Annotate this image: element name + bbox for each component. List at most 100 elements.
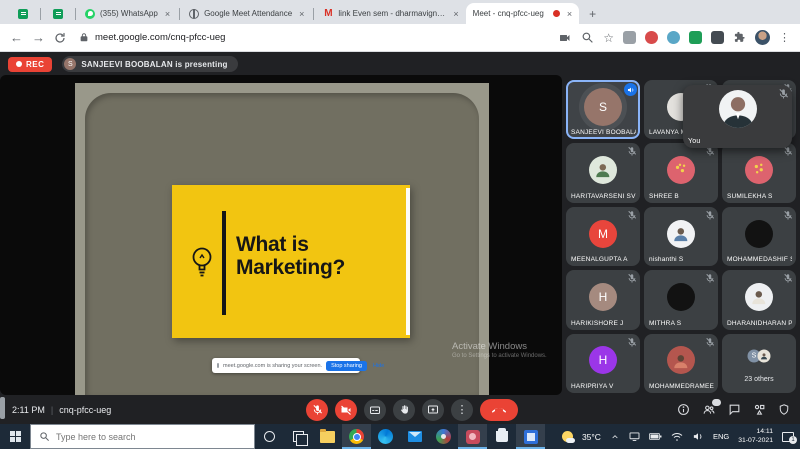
chrome-button[interactable]	[342, 424, 371, 449]
media-app-button[interactable]	[429, 424, 458, 449]
bookmark-star-icon[interactable]: ☆	[603, 31, 614, 45]
tray-network-icon[interactable]	[671, 432, 683, 442]
host-controls-icon[interactable]	[778, 403, 790, 416]
weather-icon[interactable]	[561, 431, 575, 443]
activities-icon[interactable]	[753, 403, 766, 416]
blue-app-button[interactable]	[516, 424, 545, 449]
meeting-details-icon[interactable]	[677, 403, 690, 416]
participant-name: DHARANIDHARAN P	[727, 319, 793, 327]
participant-tile[interactable]: H HARIPRIYA V	[566, 333, 640, 393]
pinned-tab-sheets-2[interactable]	[43, 3, 73, 24]
activate-windows-watermark: Activate Windows Go to Settings to activ…	[452, 341, 547, 359]
scrollbar-thumb[interactable]	[0, 397, 5, 419]
mic-toggle-button[interactable]	[306, 398, 328, 421]
gmail-icon: M	[324, 7, 333, 19]
participant-name: HARIPRIYA V	[571, 383, 614, 390]
participant-tile[interactable]: DHARANIDHARAN P	[722, 270, 796, 330]
tab-separator	[179, 8, 181, 20]
browser-menu-icon[interactable]: ⋮	[779, 31, 790, 44]
tray-battery-icon[interactable]	[649, 432, 662, 441]
cortana-icon	[264, 431, 275, 442]
photos-app-button[interactable]	[458, 424, 487, 449]
participant-tile[interactable]: MITHRA S	[644, 270, 718, 330]
tray-volume-icon[interactable]	[692, 431, 704, 442]
participant-tile[interactable]: H HARIKISHORE J	[566, 270, 640, 330]
new-tab-button[interactable]: +	[589, 7, 596, 21]
cortana-button[interactable]	[255, 424, 284, 449]
extension-green-icon[interactable]	[689, 31, 702, 44]
avatar	[745, 219, 773, 248]
participant-tile[interactable]: S SANJEEVI BOOBALAN	[566, 80, 640, 140]
zoom-icon[interactable]	[581, 31, 594, 44]
tab-title: (355) WhatsApp	[100, 9, 158, 18]
search-icon	[40, 432, 49, 441]
tray-display-icon[interactable]	[629, 432, 640, 441]
start-button[interactable]	[0, 424, 30, 449]
extension-teal-icon[interactable]	[667, 31, 680, 44]
participant-tile[interactable]: M MEENALGUPTA A	[566, 206, 640, 267]
end-call-button[interactable]	[480, 398, 518, 421]
overflow-tile[interactable]: S 23 others	[722, 333, 796, 393]
extension-red-icon[interactable]	[645, 31, 658, 44]
profile-avatar[interactable]	[755, 30, 770, 45]
participant-tile[interactable]: MOHAMMEDASHIF S	[722, 206, 796, 267]
tab-meet-active[interactable]: Meet - cnq-pfcc-ueg ×	[0, 3, 800, 424]
forward-icon[interactable]: →	[32, 31, 45, 44]
self-label: You	[688, 138, 701, 145]
self-view-tile[interactable]: You	[683, 85, 792, 148]
participants-icon[interactable]	[702, 399, 721, 416]
present-screen-button[interactable]	[422, 398, 444, 421]
tab-close-icon[interactable]: ×	[299, 9, 304, 19]
pinned-tab-sheets-1[interactable]	[8, 3, 38, 24]
search-input[interactable]	[56, 431, 226, 442]
tray-chevron-icon[interactable]	[610, 433, 620, 441]
tab-close-icon[interactable]: ×	[453, 9, 458, 19]
participant-name: SUMILEKHA S	[727, 192, 773, 200]
participant-tile[interactable]: MOHAMMEDRAMEE...	[644, 333, 718, 393]
mail-button[interactable]	[400, 424, 429, 449]
participant-tile[interactable]: SHREE B	[644, 143, 718, 203]
tab-close-icon[interactable]: ×	[165, 9, 170, 19]
edge-button[interactable]	[371, 424, 400, 449]
action-center-icon[interactable]: 1	[782, 431, 797, 444]
task-view-button[interactable]	[284, 424, 313, 449]
reload-icon[interactable]	[54, 32, 66, 44]
extension-pip-icon[interactable]	[623, 31, 636, 44]
stop-sharing-button[interactable]: Stop sharing	[326, 360, 367, 371]
more-options-button[interactable]: ⋮	[451, 398, 473, 421]
weather-temp[interactable]: 35°C	[582, 432, 601, 442]
participant-tile[interactable]: HARITAVARSENI SV	[566, 143, 640, 203]
participant-tile[interactable]: nishanthi S	[644, 206, 718, 267]
address-bar[interactable]: meet.google.com/cnq-pfcc-ueg	[75, 28, 549, 48]
cast-camera-icon[interactable]	[558, 32, 572, 44]
taskbar-search[interactable]	[30, 424, 255, 449]
mini-avatar-stack: S	[747, 349, 771, 363]
hide-link[interactable]: Hide	[373, 363, 384, 369]
presenter-avatar: S	[64, 58, 77, 70]
avatar-photo	[667, 346, 695, 375]
store-button[interactable]	[487, 424, 516, 449]
shared-screen-frame: What is Marketing?	[75, 83, 489, 395]
participant-tile[interactable]: SUMILEKHA S	[722, 143, 796, 203]
captions-button[interactable]	[364, 398, 386, 421]
back-icon[interactable]: ←	[10, 31, 23, 44]
extension-grid-icon[interactable]	[711, 31, 724, 44]
language-indicator[interactable]: ENG	[713, 432, 729, 441]
tab-meet-attendance[interactable]: Google Meet Attendance ×	[182, 3, 311, 24]
windows-taskbar: 35°C ENG 14:11 31-07-2021 1	[0, 424, 800, 449]
chat-icon[interactable]	[728, 403, 741, 416]
extensions-puzzle-icon[interactable]	[733, 31, 746, 44]
camera-toggle-button[interactable]	[335, 398, 357, 421]
notification-badge: 1	[789, 435, 797, 444]
file-explorer-button[interactable]	[313, 424, 342, 449]
tab-close-icon[interactable]: ×	[567, 9, 572, 19]
presentation-stage: What is Marketing? meet.google.com is sha…	[0, 75, 562, 395]
taskbar-clock[interactable]: 14:11 31-07-2021	[738, 428, 773, 445]
meeting-info: 2:11 PM | cnq-pfcc-ueg	[12, 395, 111, 424]
meeting-code[interactable]: cnq-pfcc-ueg	[59, 405, 111, 415]
raise-hand-button[interactable]	[393, 398, 415, 421]
system-tray: 35°C ENG 14:11 31-07-2021 1	[561, 428, 800, 445]
slide-divider-line	[222, 211, 226, 315]
tab-gmail[interactable]: M link Even sem - dharmavignesh ×	[316, 3, 465, 24]
tab-whatsapp[interactable]: (355) WhatsApp ×	[78, 3, 177, 24]
